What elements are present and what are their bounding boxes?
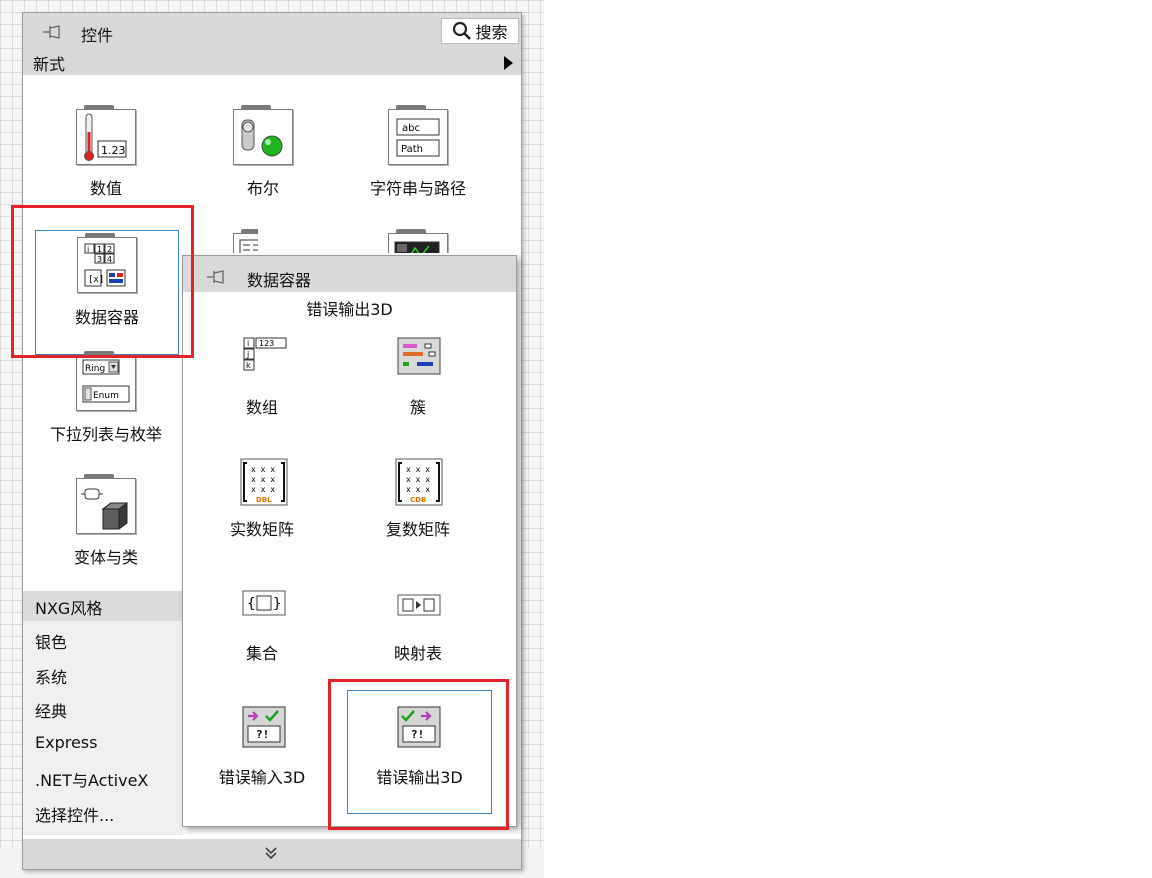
tile-label-ring-enum: 下拉列表与枚举 bbox=[49, 425, 162, 444]
svg-text:?!: ?! bbox=[411, 728, 424, 741]
double-chevron-down-icon[interactable] bbox=[264, 845, 278, 861]
svg-text:}: } bbox=[273, 596, 281, 612]
item-label-real-matrix: 实数矩阵 bbox=[229, 520, 294, 539]
svg-text:{: { bbox=[247, 596, 255, 612]
category-select-control[interactable]: 选择控件... bbox=[35, 802, 114, 826]
tile-label-data-containers: 数据容器 bbox=[74, 308, 139, 327]
item-label-error-out-3d: 错误输出3D bbox=[376, 768, 463, 787]
item-label-error-in-3d: 错误输入3D bbox=[218, 768, 306, 787]
real-matrix-icon: x x x x x x x x x DBL bbox=[240, 458, 288, 506]
item-label-map: 映射表 bbox=[393, 644, 442, 663]
svg-text:x x x: x x x bbox=[406, 465, 430, 474]
palette-tile-boolean[interactable]: 布尔 bbox=[198, 99, 328, 199]
array-icon-text: 123 bbox=[259, 339, 274, 348]
tile-label-variant-class: 变体与类 bbox=[73, 548, 138, 567]
search-icon bbox=[453, 21, 472, 40]
palette-title: 控件 bbox=[81, 26, 114, 45]
palette-tile-numeric[interactable]: 1.23 数值 bbox=[41, 99, 171, 199]
svg-text:i: i bbox=[247, 339, 249, 348]
numeric-readout: 1.23 bbox=[101, 144, 126, 157]
subpalette-item-error-out-3d[interactable]: ?! 错误输出3D bbox=[347, 690, 492, 814]
numeric-icon: 1.23 bbox=[76, 105, 136, 165]
category-label: 新式 bbox=[33, 55, 66, 74]
svg-text:i: i bbox=[87, 245, 89, 254]
subpalette-item-array[interactable]: i j k 123 数组 bbox=[187, 336, 337, 456]
category-express[interactable]: Express bbox=[35, 733, 97, 752]
string-icon-bottom: Path bbox=[401, 144, 423, 155]
complex-matrix-tag: CDB bbox=[410, 496, 426, 504]
string-icon-top: abc bbox=[402, 123, 420, 134]
svg-text:?!: ?! bbox=[256, 728, 269, 741]
palette-tile-list-table[interactable] bbox=[198, 223, 258, 253]
subpalette-title: 数据容器 bbox=[247, 271, 312, 290]
graph-icon bbox=[388, 229, 448, 253]
real-matrix-tag: DBL bbox=[256, 496, 272, 504]
item-label-complex-matrix: 复数矩阵 bbox=[385, 520, 450, 539]
boolean-icon bbox=[233, 105, 293, 165]
map-icon bbox=[397, 594, 441, 616]
subpalette-item-cluster[interactable]: 簇 bbox=[343, 336, 493, 456]
subpalette-item-set[interactable]: { } 集合 bbox=[187, 590, 337, 710]
category-system[interactable]: 系统 bbox=[35, 664, 67, 688]
svg-text:x x x: x x x bbox=[406, 485, 430, 494]
svg-text:2: 2 bbox=[107, 245, 112, 254]
search-label: 搜索 bbox=[475, 23, 508, 42]
pin-icon[interactable] bbox=[205, 267, 229, 287]
palette-tile-string-path[interactable]: abc Path 字符串与路径 bbox=[353, 99, 483, 199]
expand-arrow-icon[interactable] bbox=[504, 56, 513, 70]
category-classic[interactable]: 经典 bbox=[35, 698, 67, 722]
subpalette-titlebar: 数据容器 bbox=[183, 256, 516, 292]
tile-label-string-path: 字符串与路径 bbox=[369, 179, 466, 198]
palette-tile-ring-enum[interactable]: Ring Enum 下拉列表与枚举 bbox=[41, 345, 171, 445]
svg-text:j: j bbox=[246, 350, 249, 359]
subpalette-item-error-in-3d[interactable]: ?! 错误输入3D bbox=[187, 706, 337, 826]
error-in-3d-icon: ?! bbox=[242, 706, 286, 748]
ring-icon-top: Ring bbox=[85, 364, 105, 374]
item-label-array: 数组 bbox=[245, 398, 278, 417]
svg-text:1: 1 bbox=[97, 245, 102, 254]
subpalette-item-complex-matrix[interactable]: x x x x x x x x x CDB 复数矩阵 bbox=[343, 458, 493, 578]
palette-tile-data-containers[interactable]: i 1 2 3 4 [x] 数据容器 bbox=[35, 230, 179, 355]
array-icon: i j k 123 bbox=[243, 337, 287, 371]
ring-enum-icon: Ring Enum bbox=[76, 351, 136, 411]
category-silver[interactable]: 银色 bbox=[35, 629, 67, 653]
palette-tile-variant-class[interactable]: 变体与类 bbox=[41, 468, 171, 568]
svg-text:4: 4 bbox=[107, 255, 112, 264]
palette-footer bbox=[23, 839, 521, 869]
svg-text:x x x: x x x bbox=[251, 475, 275, 484]
palette-titlebar: 控件 搜索 bbox=[23, 13, 521, 49]
error-out-3d-icon: ?! bbox=[397, 706, 441, 748]
complex-matrix-icon: x x x x x x x x x CDB bbox=[395, 458, 443, 506]
search-button[interactable]: 搜索 bbox=[441, 18, 519, 44]
palette-tile-graph[interactable] bbox=[353, 223, 453, 253]
item-label-set: 集合 bbox=[245, 644, 278, 663]
category-header-modern[interactable]: 新式 bbox=[23, 49, 521, 75]
list-table-icon bbox=[233, 229, 258, 253]
item-label-cluster: 簇 bbox=[409, 398, 426, 417]
pin-icon[interactable] bbox=[41, 22, 65, 42]
category-nxg-style[interactable]: NXG风格 bbox=[35, 595, 102, 619]
svg-text:x x x: x x x bbox=[406, 475, 430, 484]
category-dotnet-activex[interactable]: .NET与ActiveX bbox=[35, 767, 148, 791]
ring-icon-bottom: Enum bbox=[93, 391, 119, 401]
subpalette-item-real-matrix[interactable]: x x x x x x x x x DBL 实数矩阵 bbox=[187, 458, 337, 578]
data-containers-subpalette: 数据容器 错误输出3D i j k 123 数组 簇 x x x x x x x… bbox=[182, 255, 517, 827]
tile-label-boolean: 布尔 bbox=[246, 179, 279, 198]
category-list: NXG风格 银色 系统 经典 Express .NET与ActiveX 选择控件… bbox=[23, 591, 183, 835]
svg-text:[x]: [x] bbox=[88, 275, 104, 285]
tile-label-numeric: 数值 bbox=[89, 179, 122, 198]
variant-class-icon bbox=[76, 474, 136, 534]
string-path-icon: abc Path bbox=[388, 105, 448, 165]
svg-text:3: 3 bbox=[97, 255, 102, 264]
hover-tooltip: 错误输出3D bbox=[306, 300, 393, 319]
svg-text:k: k bbox=[246, 361, 251, 370]
set-icon: { } bbox=[242, 590, 286, 616]
svg-text:x x x: x x x bbox=[251, 485, 275, 494]
svg-text:x x x: x x x bbox=[251, 465, 275, 474]
cluster-icon bbox=[397, 337, 441, 375]
data-containers-icon: i 1 2 3 4 [x] bbox=[77, 233, 137, 293]
